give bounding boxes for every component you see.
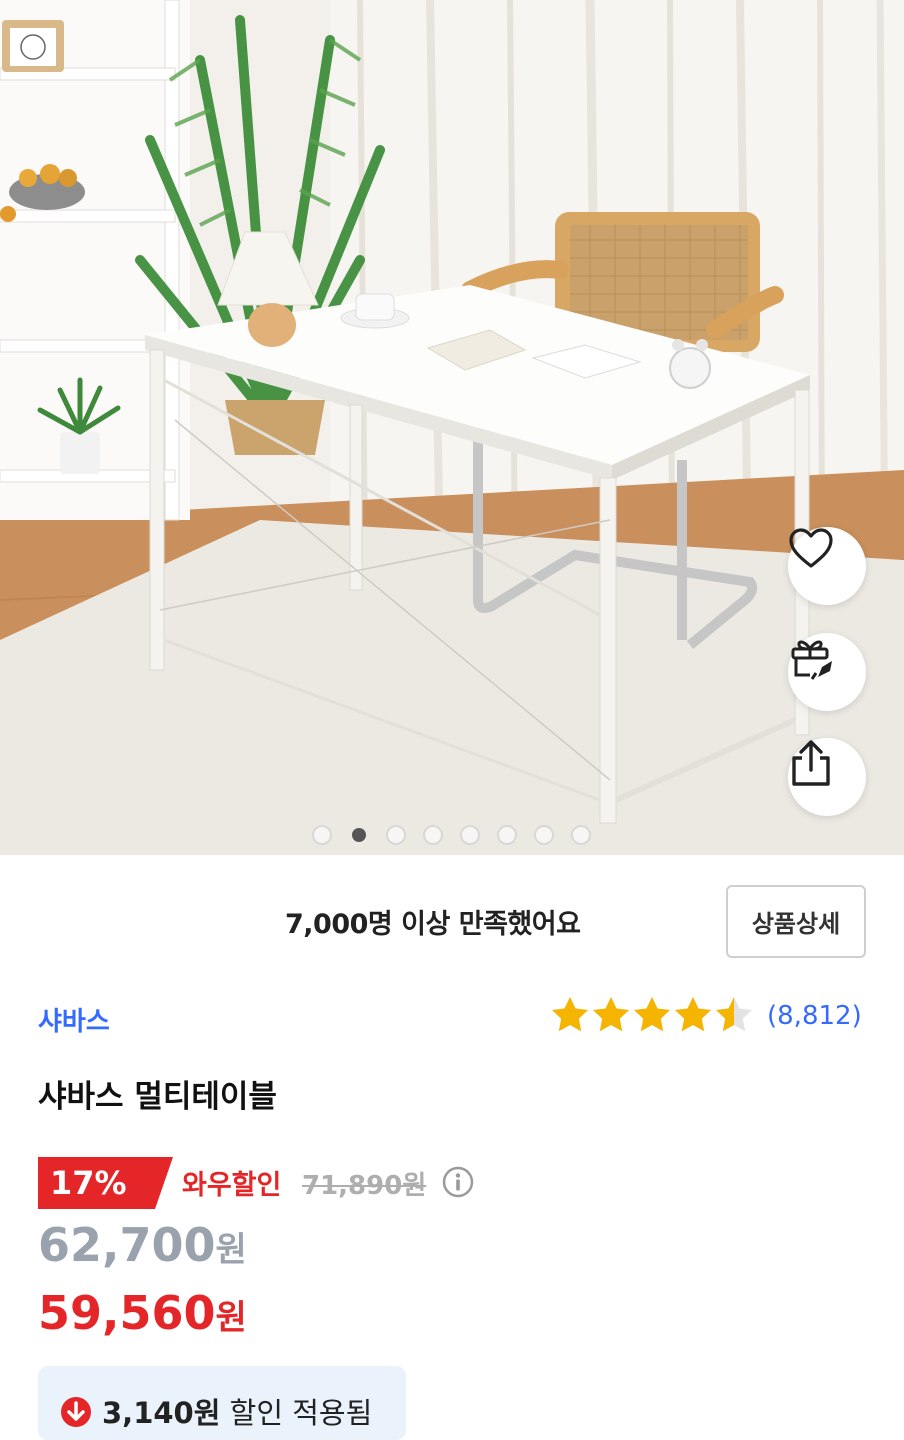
carousel-dot[interactable] [352, 828, 366, 842]
gift-rocket-icon [791, 640, 832, 680]
sale-price-number: 62,700 [38, 1218, 216, 1272]
carousel-indicator[interactable] [312, 825, 591, 845]
heart-icon [789, 528, 833, 568]
gift-button[interactable] [788, 633, 866, 711]
carousel-dot[interactable] [534, 825, 554, 845]
applied-suffix: 할인 적용됨 [229, 1396, 373, 1430]
carousel-dot[interactable] [497, 825, 517, 845]
sale-price-unit: 원 [215, 1230, 247, 1270]
arrow-down-circle-icon [61, 1397, 91, 1427]
product-image[interactable] [0, 0, 904, 855]
star-icon [675, 997, 711, 1032]
product-detail-button[interactable]: 상품상세 [726, 885, 866, 958]
discount-applied-banner: 3,140원 할인 적용됨 [38, 1366, 406, 1440]
carousel-dot[interactable] [423, 825, 443, 845]
discount-applied-text: 3,140원 할인 적용됨 [102, 1390, 372, 1432]
wishlist-button[interactable] [788, 527, 866, 605]
discount-row: 17% 와우할인 71,890원 [38, 1157, 558, 1209]
wow-price-unit: 원 [215, 1298, 247, 1338]
wow-discount-label: 와우할인 [182, 1170, 282, 1201]
product-title: 샤바스 멀티테이블 [38, 1079, 277, 1115]
share-button[interactable] [788, 738, 866, 816]
applied-amount: 3,140원 [102, 1396, 221, 1430]
rating-stars[interactable] [550, 995, 754, 1035]
product-photo [0, 0, 904, 855]
discount-rate: 17% [50, 1164, 127, 1202]
carousel-dot[interactable] [460, 825, 480, 845]
share-icon [792, 740, 830, 786]
carousel-dot[interactable] [386, 825, 406, 845]
star-icon [634, 997, 670, 1032]
star-icon [552, 997, 588, 1032]
star-icon [593, 997, 629, 1032]
wow-price-number: 59,560 [38, 1286, 216, 1340]
satisfaction-message: 7,000명 이상 만족했어요 [285, 909, 581, 940]
review-count-link[interactable]: (8,812) [767, 1001, 862, 1031]
original-price: 71,890원 [302, 1171, 427, 1201]
wow-price: 59,560원 [38, 1286, 247, 1340]
carousel-dot[interactable] [312, 825, 332, 845]
info-icon[interactable] [442, 1166, 474, 1198]
brand-link[interactable]: 샤바스 [38, 1001, 110, 1038]
star-icon [716, 997, 752, 1032]
sale-price: 62,700원 [38, 1218, 247, 1272]
carousel-dot[interactable] [571, 825, 591, 845]
